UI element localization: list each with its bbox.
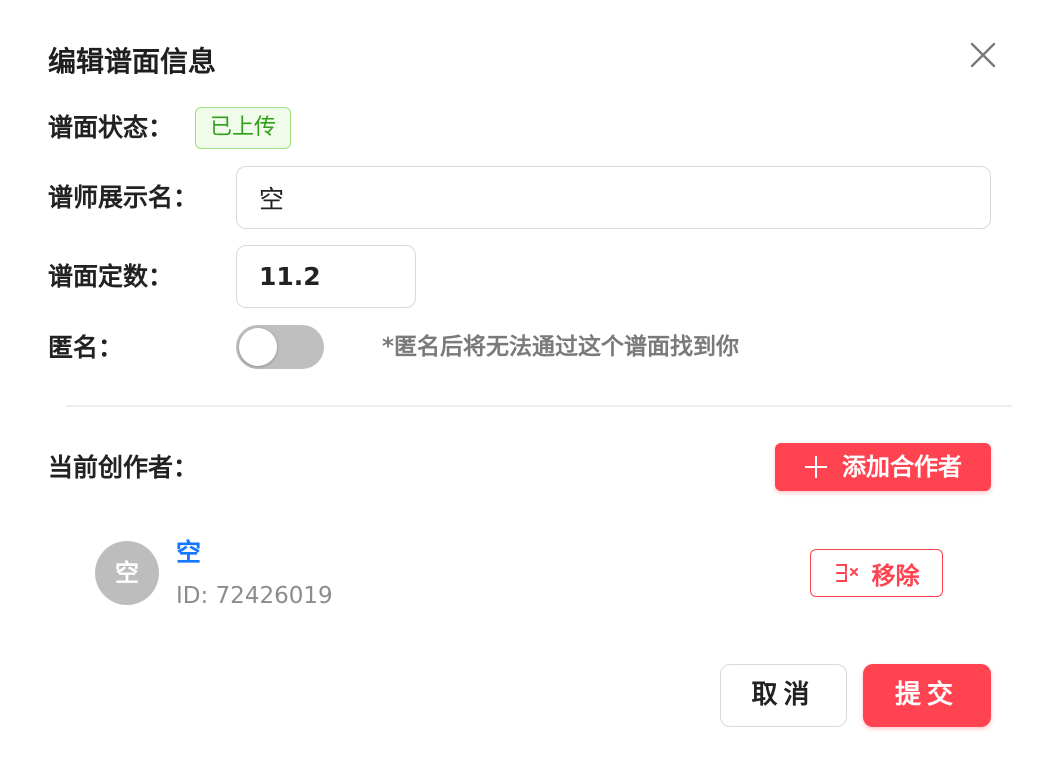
display-name-input[interactable] (236, 166, 991, 229)
cancel-button[interactable]: 取消 (720, 664, 847, 727)
status-label: 谱面状态： (48, 113, 174, 142)
plus-icon (804, 455, 828, 479)
authors-label: 当前创作者： (48, 453, 199, 482)
add-collaborator-label: 添加合作者 (842, 453, 962, 481)
status-badge: 已上传 (195, 107, 292, 149)
remove-label: 移除 (871, 561, 920, 590)
add-collaborator-button[interactable]: 添加合作者 (775, 443, 991, 491)
toggle-knob (239, 328, 277, 366)
chart-level-label: 谱面定数： (48, 262, 174, 291)
remove-author-button[interactable]: 移除 (810, 549, 943, 597)
author-id: ID: 72426019 (176, 583, 333, 609)
anonymous-toggle[interactable] (236, 325, 324, 369)
anonymous-hint: *匿名后将无法通过这个谱面找到你 (382, 334, 740, 360)
remove-user-icon (835, 564, 858, 582)
chart-level-input[interactable] (236, 245, 416, 308)
section-divider (66, 405, 1012, 407)
avatar: 空 (95, 541, 159, 605)
author-name-link[interactable]: 空 (176, 536, 201, 570)
edit-chart-dialog: 编辑谱面信息 谱面状态： 已上传 谱师展示名： 谱面定数： 匿名： *匿名后将无… (0, 0, 1040, 768)
dialog-title: 编辑谱面信息 (48, 45, 217, 78)
display-name-label: 谱师展示名： (48, 183, 199, 212)
submit-button[interactable]: 提交 (863, 664, 991, 727)
close-icon[interactable] (964, 36, 1002, 74)
anonymous-label: 匿名： (48, 333, 124, 362)
